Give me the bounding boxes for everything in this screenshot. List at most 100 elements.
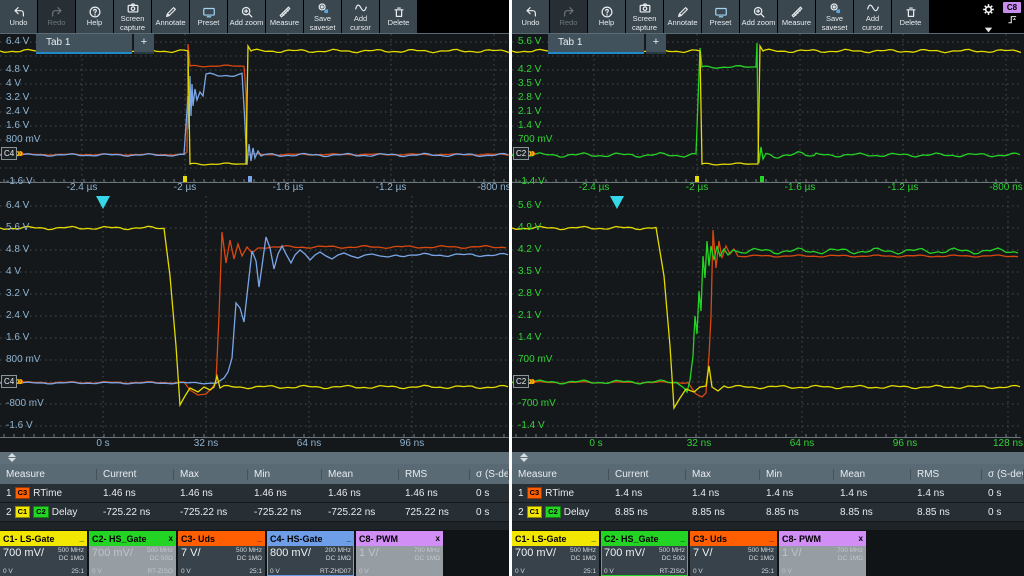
x-axis-label: 0 s (96, 438, 109, 449)
tab-strip: Tab 1+ (548, 34, 666, 54)
channel-badge-c2[interactable]: C2- HS_Gatex700 mV/500 MHz DC 50Ω0 VRT-Z… (89, 531, 176, 576)
delete-button[interactable]: Delete (892, 0, 929, 33)
channel-badge-c1[interactable]: C1- LS-Gate_700 mV/500 MHz DC 1MΩ0 V25:1 (512, 531, 599, 576)
channel-probe: 25:1 (236, 568, 262, 575)
channel-name: C8- PWM (359, 534, 398, 544)
measurement-name-cell: 2C1C2Delay (0, 506, 97, 518)
channel-badge-body: 7 V/500 MHz DC 1MΩ0 V25:1 (178, 546, 265, 576)
channel-offset-marker-c2[interactable]: C2» (513, 147, 535, 160)
y-axis-label: 800 mV (6, 134, 40, 145)
measurement-row[interactable]: 2C1C2Delay8.85 ns8.85 ns8.85 ns8.85 ns8.… (512, 503, 1024, 522)
channel-badge-c3[interactable]: C3- Uds_7 V/500 MHz DC 1MΩ0 V25:1 (690, 531, 777, 576)
add-tab-button[interactable]: + (646, 34, 666, 54)
channel-badge-c3[interactable]: C3- Uds _ 7 V/500 MHz DC 1MΩ0 V25:1 (178, 531, 265, 576)
channel-name: C3- Uds (181, 534, 215, 544)
measurement-name-cell: 1C3RTime (0, 487, 97, 499)
trigger-source-badge[interactable]: C8 (1003, 2, 1021, 13)
tab-item[interactable]: Tab 1 (548, 34, 644, 54)
channel-chip-c1: C1 (527, 506, 543, 518)
channel-offset-marker-c2[interactable]: C2» (513, 375, 535, 388)
save-saveset-button[interactable]: Save saveset (304, 0, 341, 33)
undo-button[interactable]: Undo (512, 0, 549, 33)
channel-badge-c8[interactable]: C8- PWMx1 V/700 MHz DC 1MΩ0 V (356, 531, 443, 576)
annotate-button[interactable]: Annotate (664, 0, 701, 33)
channel-offset-marker-c4[interactable]: C4» (1, 375, 23, 388)
redo-button[interactable]: Redo (38, 0, 75, 33)
trigger-position-marker[interactable] (96, 196, 110, 209)
minimize-icon[interactable]: _ (592, 534, 596, 543)
minimize-icon[interactable]: _ (258, 534, 262, 543)
minimize-icon[interactable]: _ (770, 534, 774, 543)
measurement-row[interactable]: 1C3RTime1.4 ns1.4 ns1.4 ns1.4 ns1.4 ns0 … (512, 484, 1024, 503)
add-cursor-button[interactable]: Add cursor (854, 0, 891, 33)
y-axis-label: 3.5 V (518, 78, 541, 89)
close-icon[interactable]: x (859, 534, 863, 543)
channel-badge-header: C3- Uds_ (690, 531, 777, 546)
measurement-value: 1.46 ns (322, 488, 399, 499)
save-saveset-button[interactable]: Save saveset (816, 0, 853, 33)
minimize-icon[interactable]: _ (681, 534, 685, 543)
channel-bandwidth-coupling: 500 MHz DC 1MΩ (236, 547, 262, 566)
toolbar-button-label: Save saveset (822, 15, 848, 31)
add-zoom-button[interactable]: Add zoom (740, 0, 777, 33)
measurement-row[interactable]: 1C3RTime1.46 ns1.46 ns1.46 ns1.46 ns1.46… (0, 484, 509, 503)
add-zoom-button[interactable]: Add zoom (228, 0, 265, 33)
channel-badge-c1[interactable]: C1- LS-Gate_700 mV/500 MHz DC 1MΩ0 V25:1 (0, 531, 87, 576)
channel-offset: 0 V (693, 568, 748, 575)
y-axis-label: -1.4 V (518, 420, 545, 431)
panel-splitter[interactable] (0, 452, 509, 464)
gear-icon[interactable] (981, 2, 996, 22)
minimize-icon[interactable]: _ (347, 534, 351, 543)
annotate-button[interactable]: Annotate (152, 0, 189, 33)
channel-badge-c4[interactable]: C4- HS-Gate_800 mV/200 MHz DC 1MΩ0 VRT-Z… (267, 531, 354, 576)
close-icon[interactable]: x (436, 534, 440, 543)
zoom-waveform-plot[interactable]: 6.4 V5.6 V4.8 V4 V3.2 V2.4 V1.6 V800 mV-… (0, 196, 509, 452)
minimize-icon[interactable]: _ (80, 534, 84, 543)
zoom-waveform-plot[interactable]: 5.6 V4.9 V4.2 V3.5 V2.8 V2.1 V1.4 V700 m… (512, 196, 1024, 452)
help-button[interactable]: Help (76, 0, 113, 33)
preset-button[interactable]: Preset (702, 0, 739, 33)
channel-probe: RT-ZISO (147, 568, 173, 575)
panel-splitter[interactable] (512, 452, 1024, 464)
channel-probe: 25:1 (748, 568, 774, 575)
x-axis-label: 128 ns (993, 438, 1023, 449)
toolbar-button-label: Preset (198, 19, 220, 27)
channel-name: C1- LS-Gate (515, 534, 567, 544)
channel-badge-c8[interactable]: C8- PWMx1 V/700 MHz DC 1MΩ0 V (779, 531, 866, 576)
trigger-position-marker[interactable] (610, 196, 624, 209)
screen-capture-button[interactable]: Screen capture (114, 0, 151, 33)
upper-waveform-plot[interactable]: 5.6 V4.2 V3.5 V2.8 V2.1 V1.4 V700 mV-1.4… (512, 34, 1024, 196)
undo-button[interactable]: Undo (0, 0, 37, 33)
display-icon (202, 5, 216, 19)
measurement-name: RTime (545, 488, 574, 499)
add-cursor-button[interactable]: Add cursor (342, 0, 379, 33)
tab-item[interactable]: Tab 1 (36, 34, 132, 54)
channel-offset: 0 V (181, 568, 236, 575)
screen-capture-button[interactable]: Screen capture (626, 0, 663, 33)
trigger-slope-icon[interactable] (1006, 13, 1019, 31)
help-button[interactable]: Help (588, 0, 625, 33)
measurement-table-header: MeasureCurrentMaxMinMeanRMSσ (S-dev) (0, 464, 509, 484)
channel-probe: 25:1 (570, 568, 596, 575)
measurement-value: 8.85 ns (834, 507, 911, 518)
channel-badge-c2[interactable]: C2- HS_Gate_700 mV/500 MHz DC 50Ω0 VRT-Z… (601, 531, 688, 576)
measurement-row[interactable]: 2C1C2Delay-725.22 ns-725.22 ns-725.22 ns… (0, 503, 509, 522)
measurement-value: 1.4 ns (686, 488, 760, 499)
measure-button[interactable]: Measure (266, 0, 303, 33)
preset-button[interactable]: Preset (190, 0, 227, 33)
delete-button[interactable]: Delete (380, 0, 417, 33)
y-axis-label: 3.5 V (518, 266, 541, 277)
column-header: Mean (834, 469, 911, 480)
y-axis-label: 6.4 V (6, 200, 29, 211)
add-tab-button[interactable]: + (134, 34, 154, 54)
measure-button[interactable]: Measure (778, 0, 815, 33)
redo-button[interactable]: Redo (550, 0, 587, 33)
channel-offset-marker-c4[interactable]: C4» (1, 147, 23, 160)
upper-waveform-plot[interactable]: 6.4 V4.8 V4 V3.2 V2.4 V1.6 V800 mV-1.6 V… (0, 34, 509, 196)
x-axis-label: -800 ns (477, 182, 509, 193)
column-header: RMS (911, 469, 982, 480)
measurement-name: Delay (564, 507, 590, 518)
close-icon[interactable]: x (169, 534, 173, 543)
channel-probe: 25:1 (58, 568, 84, 575)
y-axis-label: -800 mV (6, 398, 44, 409)
